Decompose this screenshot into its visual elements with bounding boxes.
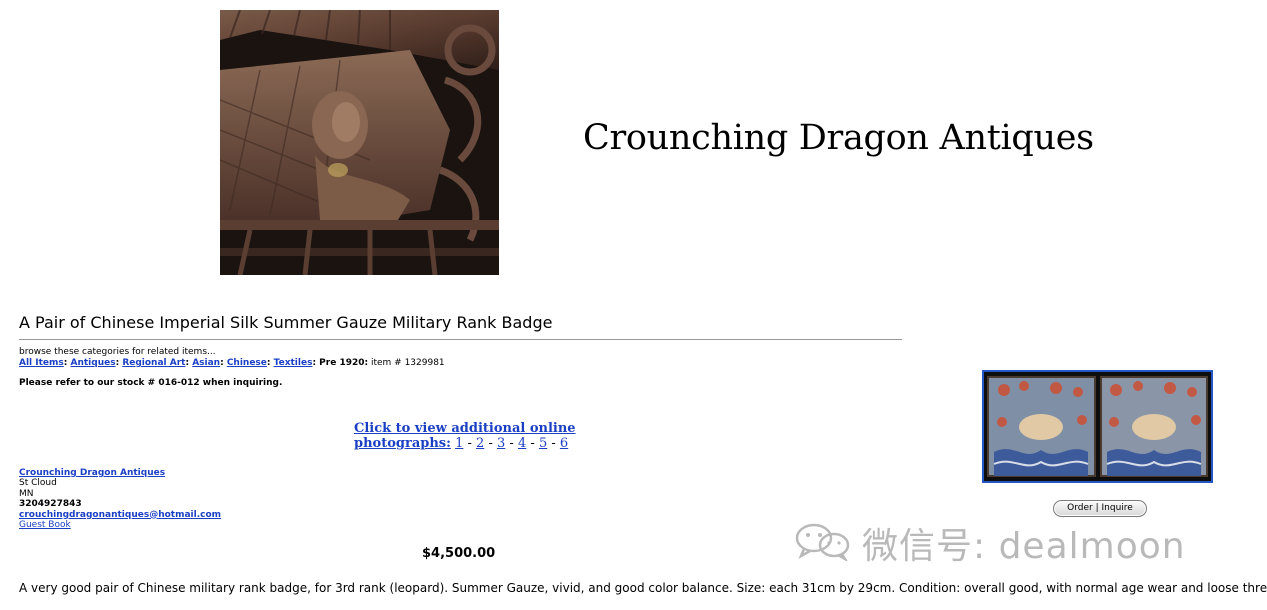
seller-state: MN — [19, 488, 34, 499]
breadcrumb-asian[interactable]: Asian — [192, 358, 220, 368]
wechat-watermark: 微信号: dealmoon — [792, 519, 1186, 567]
wechat-icon — [792, 521, 856, 565]
seller-name-link[interactable]: Crounching Dragon Antiques — [19, 468, 165, 478]
watermark-text: 微信号: dealmoon — [862, 526, 1186, 567]
photo-link-3[interactable]: 3 — [497, 436, 505, 451]
seller-phone: 3204927843 — [19, 499, 82, 510]
seller-email-link[interactable]: crouchingdragonantiques@hotmail.com — [19, 510, 221, 520]
seller-info: Crounching Dragon Antiques St Cloud MN 3… — [19, 468, 221, 530]
breadcrumb-regional-art[interactable]: Regional Art — [122, 358, 185, 368]
shop-title: Crounching Dragon Antiques — [583, 118, 1094, 158]
item-price: $4,500.00 — [422, 546, 496, 561]
seller-city: St Cloud — [19, 478, 57, 489]
photo-link-1[interactable]: 1 — [455, 436, 463, 451]
breadcrumb-antiques[interactable]: Antiques — [71, 358, 116, 368]
header-photo — [220, 10, 499, 275]
inquire-label[interactable]: Inquire — [1102, 503, 1133, 513]
photo-link-4[interactable]: 4 — [518, 436, 526, 451]
category-breadcrumb: browse these categories for related item… — [19, 347, 445, 369]
breadcrumb-line: All Items: Antiques: Regional Art: Asian… — [19, 358, 445, 368]
breadcrumb-current: Pre 1920: — [319, 358, 369, 368]
item-number: item # 1329981 — [370, 358, 445, 368]
photo-link-2[interactable]: 2 — [476, 436, 484, 451]
browse-intro: browse these categories for related item… — [19, 347, 216, 357]
additional-photos: Click to view additional online photograp… — [354, 421, 576, 451]
breadcrumb-chinese[interactable]: Chinese — [227, 358, 267, 368]
order-label[interactable]: Order — [1067, 503, 1093, 513]
item-title: A Pair of Chinese Imperial Silk Summer G… — [19, 313, 553, 332]
stock-notice: Please refer to our stock # 016-012 when… — [19, 378, 283, 388]
order-inquire-button[interactable]: Order | Inquire — [1053, 500, 1147, 517]
product-thumbnail[interactable] — [982, 370, 1213, 483]
item-description: A very good pair of Chinese military ran… — [19, 581, 1267, 595]
title-divider — [19, 339, 902, 340]
breadcrumb-all-items[interactable]: All Items — [19, 358, 64, 368]
photo-link-5[interactable]: 5 — [539, 436, 547, 451]
guest-book-link[interactable]: Guest Book — [19, 520, 71, 530]
photo-link-6[interactable]: 6 — [560, 436, 568, 451]
breadcrumb-textiles[interactable]: Textiles — [274, 358, 313, 368]
